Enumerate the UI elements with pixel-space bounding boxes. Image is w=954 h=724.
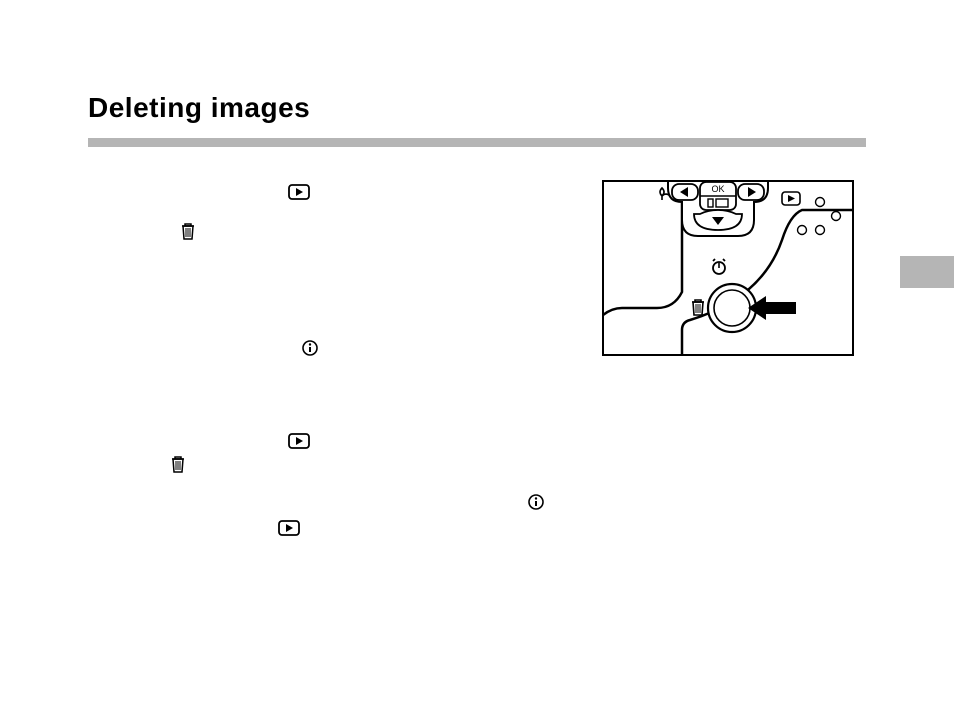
playback-icon xyxy=(278,520,300,536)
trash-icon xyxy=(692,300,704,315)
playback-icon xyxy=(288,433,310,449)
ok-label: OK xyxy=(711,184,724,194)
down-arrow-button xyxy=(694,210,742,230)
info-icon xyxy=(302,340,318,356)
side-tab xyxy=(900,256,954,288)
title-underline xyxy=(88,138,866,147)
page-title: Deleting images xyxy=(88,92,310,124)
info-icon xyxy=(528,494,544,510)
trash-icon xyxy=(170,455,186,473)
right-arrow-button xyxy=(738,184,764,200)
left-arrow-button xyxy=(672,184,698,200)
camera-back-diagram: OK xyxy=(602,180,854,356)
playback-icon xyxy=(288,184,310,200)
trash-icon xyxy=(180,222,196,240)
